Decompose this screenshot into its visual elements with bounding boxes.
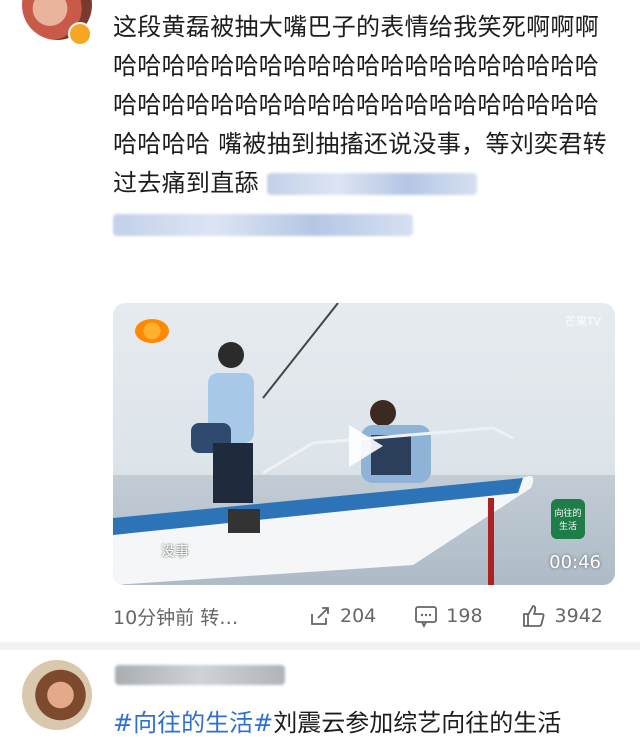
verified-badge-icon <box>68 22 92 46</box>
post-text: 这段黄磊被抽大嘴巴子的表情给我笑死啊啊啊哈哈哈哈哈哈哈哈哈哈哈哈哈哈哈哈哈哈哈哈… <box>113 13 607 197</box>
post2-text: #向往的生活#刘震云参加综艺向往的生活 <box>113 704 623 742</box>
like-button[interactable]: 3942 <box>521 603 603 629</box>
share-button[interactable]: 204 <box>308 604 376 628</box>
video-player[interactable]: 芒果TV 向往的生活 没事 00:46 <box>113 303 615 585</box>
channel-logo-icon <box>135 319 169 343</box>
username[interactable] <box>115 664 285 685</box>
thumbs-up-icon <box>522 605 545 627</box>
video-subtitle: 没事 <box>161 544 189 560</box>
action-bar: 10分钟前 转… 204 198 3942 <box>113 600 618 632</box>
blurred-link[interactable] <box>266 173 477 195</box>
share-icon <box>311 607 329 625</box>
blurred-topic-link[interactable] <box>113 214 413 236</box>
play-icon[interactable] <box>345 423 385 469</box>
post-time[interactable]: 10分钟前 转… <box>113 603 293 630</box>
comment-icon <box>415 606 438 628</box>
like-count: 3942 <box>554 605 603 627</box>
post2-body: 刘震云参加综艺向往的生活 <box>273 709 562 737</box>
watermark: 芒果TV <box>564 315 601 328</box>
avatar[interactable] <box>22 660 92 730</box>
show-badge: 向往的生活 <box>551 499 585 539</box>
comment-button[interactable]: 198 <box>414 604 483 628</box>
share-count: 204 <box>340 605 377 627</box>
video-duration: 00:46 <box>549 552 601 573</box>
hashtag-link[interactable]: #向往的生活# <box>113 709 273 737</box>
divider <box>0 642 640 650</box>
post-content: 这段黄磊被抽大嘴巴子的表情给我笑死啊啊啊哈哈哈哈哈哈哈哈哈哈哈哈哈哈哈哈哈哈哈哈… <box>113 8 613 242</box>
comment-count: 198 <box>446 605 483 627</box>
